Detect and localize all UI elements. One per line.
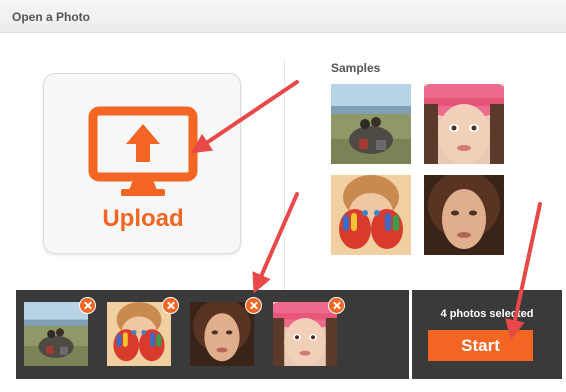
tray-photo-woman-portrait[interactable] (190, 302, 254, 366)
action-panel: 4 photos selected Start (412, 290, 562, 379)
sample-people-field[interactable] (331, 84, 411, 164)
samples-heading: Samples (331, 61, 381, 75)
sample-painted-hands[interactable] (331, 175, 411, 255)
dialog-title: Open a Photo (12, 10, 90, 24)
selected-count: 4 photos selected (440, 308, 534, 320)
remove-photo-close-icon[interactable] (79, 297, 96, 314)
monitor-upload-icon (88, 106, 198, 196)
sample-girl-pink-hat[interactable] (424, 84, 504, 164)
tray-photo-painted-hands[interactable] (107, 302, 171, 366)
selected-photos-tray (16, 290, 409, 379)
remove-photo-close-icon[interactable] (245, 297, 262, 314)
title-bar: Open a Photo (0, 0, 566, 33)
divider (284, 58, 285, 290)
sample-woman-portrait[interactable] (424, 175, 504, 255)
open-photo-dialog: Open a Photo Upload Samples 4 photos sel… (0, 0, 566, 392)
start-button[interactable]: Start (428, 330, 533, 361)
tray-photo-girl-pink-hat[interactable] (273, 302, 337, 366)
remove-photo-close-icon[interactable] (162, 297, 179, 314)
remove-photo-close-icon[interactable] (328, 297, 345, 314)
upload-button[interactable]: Upload (43, 73, 241, 254)
tray-photo-people-field[interactable] (24, 302, 88, 366)
upload-label: Upload (102, 205, 184, 232)
arrow-to-tray-photo (252, 192, 299, 294)
